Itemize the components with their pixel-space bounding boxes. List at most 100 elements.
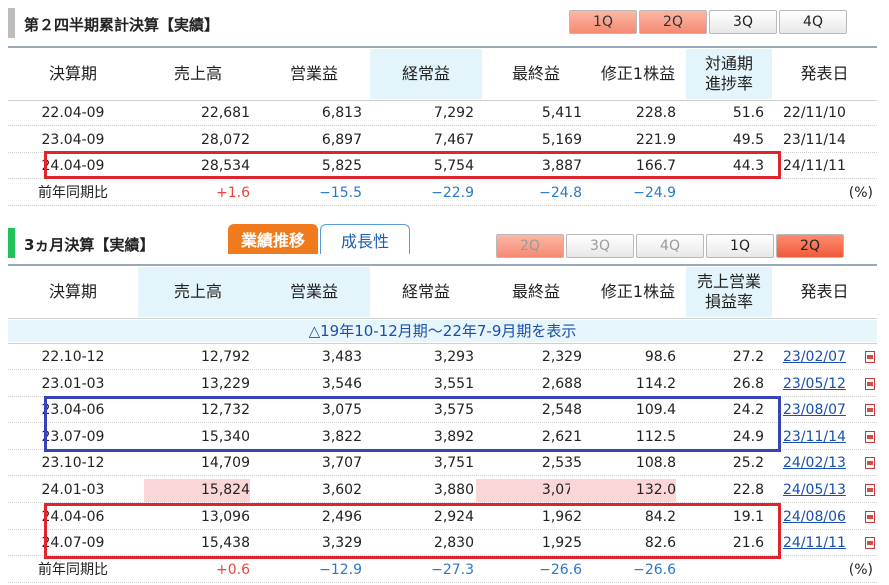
column-header: 最終益	[511, 282, 560, 301]
period-cell: 23.04-09	[41, 131, 105, 148]
announce-date[interactable]: 23/02/07	[783, 346, 863, 369]
value-cell: 27.2	[732, 349, 764, 365]
announce-date[interactable]: 23/11/14	[783, 426, 863, 449]
period-cell: 23.01-03	[41, 375, 105, 392]
cumulative-section-header: 第２四半期累計決算【実績】 1Q 2Q 3Q 4Q	[0, 8, 889, 38]
highlight-box-cumulative	[44, 151, 781, 179]
yoy-label: 前年同期比	[38, 561, 108, 578]
value-cell: 22.8	[732, 482, 764, 498]
qtab-3q[interactable]: 3Q	[709, 10, 777, 34]
announce-date[interactable]: 24/05/13	[783, 479, 863, 502]
column-header: 対通期 進捗率	[686, 49, 772, 99]
period-cell: 22.04-09	[41, 105, 105, 121]
announce-date[interactable]: 23/08/07	[783, 399, 863, 422]
table-row: 23.04-09 28,072 6,897 7,467 5,169 221.9 49.5 23…	[8, 129, 877, 153]
value-cell: 7,292	[433, 105, 474, 121]
column-header: 発表日	[800, 282, 849, 301]
yoy-value	[658, 559, 764, 582]
value-cell: 51.6	[732, 105, 764, 121]
section-marker	[8, 8, 15, 38]
value-cell: 6,897	[321, 131, 362, 148]
highlight-box-blue	[44, 396, 781, 452]
value-cell: 2,688	[541, 375, 582, 392]
qtab-2q-current[interactable]: 2Q	[776, 234, 844, 258]
qtab-4q[interactable]: 4Q	[636, 234, 704, 258]
announce-date: 23/11/14	[783, 131, 846, 148]
announce-date[interactable]: 24/08/06	[783, 506, 863, 529]
pdf-icon[interactable]	[865, 377, 875, 390]
value-cell: 22,681	[201, 105, 250, 121]
pdf-icon[interactable]	[865, 351, 875, 363]
value-cell: 13,229	[201, 375, 250, 392]
period-cell: 23.10-12	[41, 455, 105, 472]
value-cell: 14,709	[201, 455, 250, 472]
qtab-1q[interactable]: 1Q	[569, 10, 637, 34]
quarterly-quarter-tabs: 2Q 3Q 4Q 1Q 2Q	[494, 234, 844, 258]
pdf-icon[interactable]	[865, 457, 875, 470]
column-header: 売上高	[173, 64, 222, 83]
tab-growth[interactable]: 成長性	[320, 224, 410, 254]
value-cell: 2,535	[541, 455, 582, 472]
value-cell: 5,169	[541, 131, 582, 148]
yoy-value: −27.3	[431, 561, 474, 578]
announce-date[interactable]: 24/02/13	[783, 452, 863, 475]
yoy-row: 前年同期比 +1.6 −15.5 −22.9 −24.8 −24.9 (%)	[8, 182, 877, 206]
period-cell: 22.10-12	[41, 349, 105, 365]
period-cell: 24.01-03	[41, 482, 105, 498]
qtab-4q[interactable]: 4Q	[779, 10, 847, 34]
notice-divider	[8, 343, 877, 344]
show-older-periods-link[interactable]: △19年10-12月期～22年7-9月期を表示	[8, 320, 877, 342]
column-header: 決算期	[48, 282, 97, 301]
table-row: 22.04-09 22,681 6,813 7,292 5,411 228.8 51.6 22…	[8, 102, 877, 126]
announce-date[interactable]: 23/05/12	[783, 373, 863, 396]
quarterly-title: 3ヵ月決算【実績】	[24, 236, 155, 254]
announce-date: 22/11/10	[783, 105, 846, 121]
column-header: 最終益	[511, 64, 560, 83]
table-row: 23.01-03 13,229 3,546 3,551 2,688 114.2 26.8 23…	[8, 373, 877, 397]
header-divider	[8, 100, 877, 101]
value-cell: 15,824	[144, 479, 250, 502]
column-header: 営業益	[258, 267, 370, 317]
value-cell: 3,751	[433, 455, 474, 472]
qtab-3q[interactable]: 3Q	[566, 234, 634, 258]
header-divider	[8, 318, 877, 319]
yoy-value: −12.9	[319, 561, 362, 578]
table-row: 23.10-12 14,709 3,707 3,751 2,535 108.8 25.2 24…	[8, 452, 877, 477]
value-cell: 6,813	[321, 105, 362, 121]
pdf-icon[interactable]	[865, 537, 875, 550]
column-header: 修正1株益	[600, 64, 676, 83]
column-header: 経常益	[401, 282, 450, 301]
yoy-value: −22.9	[431, 184, 474, 201]
column-header: 売上営業 損益率	[686, 267, 772, 317]
table-row: 22.10-12 12,792 3,483 3,293 2,329 98.6 27.2 23/…	[8, 346, 877, 370]
value-cell: 3,602	[321, 482, 362, 498]
table-top-border	[8, 46, 877, 48]
table-row: 24.01-03 15,824 3,602 3,880 3,076 132.0 22.8 24…	[8, 479, 877, 503]
section-marker-green	[8, 228, 15, 258]
value-cell: 49.5	[732, 131, 764, 148]
qtab-2q[interactable]: 2Q	[639, 10, 707, 34]
column-header: 決算期	[48, 64, 97, 83]
value-cell: 28,072	[201, 131, 250, 148]
announce-date[interactable]: 24/11/11	[783, 532, 863, 555]
qtab-1q[interactable]: 1Q	[706, 234, 774, 258]
qtab-2q-prev[interactable]: 2Q	[496, 234, 564, 258]
pdf-icon[interactable]	[865, 404, 875, 417]
column-header: 修正1株益	[600, 282, 676, 301]
column-header: 営業益	[289, 64, 338, 83]
column-header: 経常益	[370, 49, 482, 99]
pdf-icon[interactable]	[865, 430, 875, 443]
pdf-icon[interactable]	[865, 510, 875, 523]
value-cell: 2,329	[541, 349, 582, 365]
value-cell: 3,880	[433, 482, 474, 498]
value-cell: 12,792	[201, 349, 250, 365]
yoy-value: −26.6	[539, 561, 582, 578]
yoy-value	[658, 182, 764, 205]
tab-performance-trend[interactable]: 業績推移	[228, 224, 318, 254]
column-header: 売上高	[138, 267, 258, 317]
pdf-icon[interactable]	[865, 484, 875, 496]
unit-label: (%)	[848, 184, 873, 201]
unit-label: (%)	[848, 561, 873, 578]
yoy-value: +0.6	[216, 561, 250, 578]
value-cell: 25.2	[732, 455, 764, 472]
